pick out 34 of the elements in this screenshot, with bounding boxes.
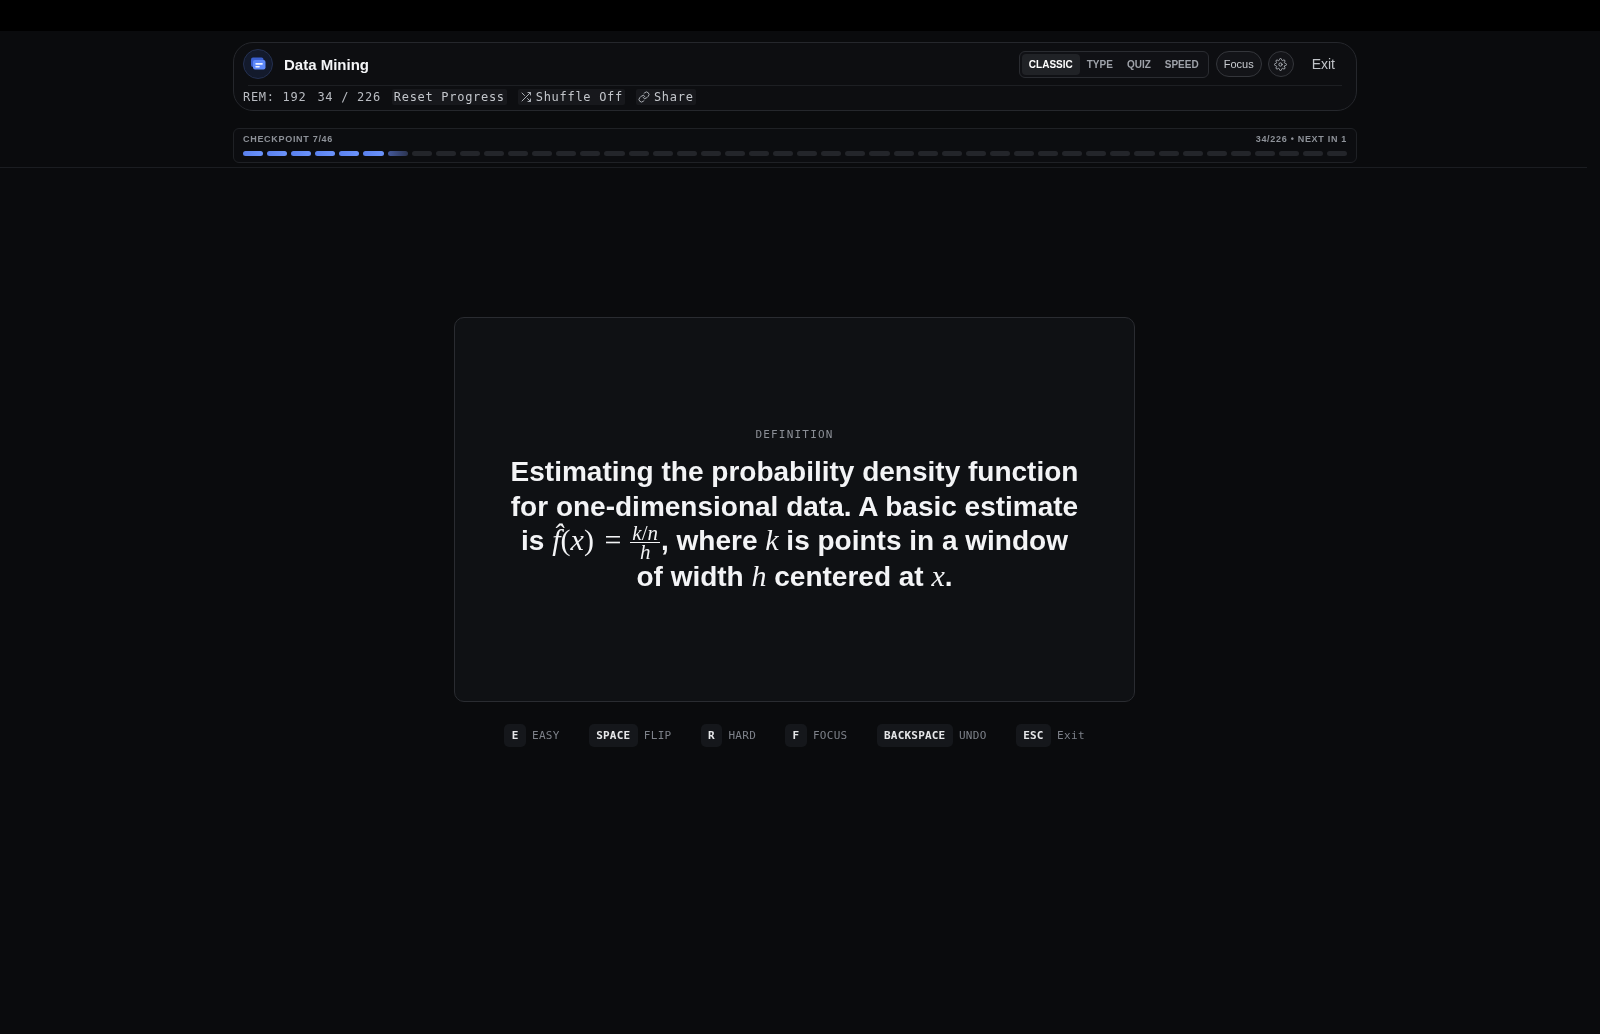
reset-button[interactable]: Reset Progress <box>391 89 507 105</box>
focus-button[interactable]: Focus <box>1215 51 1262 77</box>
shuffle-button[interactable]: Shuffle Off <box>517 89 625 105</box>
shortcut-label: HARD <box>728 729 757 742</box>
key-hint: F <box>785 724 807 747</box>
mode-tab[interactable]: SPEED <box>1157 53 1206 75</box>
checkpoint-label: CHECKPOINT 7/46 <box>243 134 334 145</box>
shuffle-icon <box>519 91 532 103</box>
key-hint: R <box>700 724 723 747</box>
share-button[interactable]: Share <box>635 89 696 105</box>
key-hint: SPACE <box>588 724 638 747</box>
progress-summary: 34/226 • NEXT IN 1 <box>1255 134 1347 145</box>
card-label: DEFINITION <box>755 428 834 442</box>
flashcard[interactable]: DEFINITION Estimating the probability density function for one-dimensional data. A basic estimate is f̂(x) = k/n h , where k is points in a window of width h centered at x. <box>454 317 1135 702</box>
definition-text: Estimating the probability density function for one-dimensional data. A basic estimate is f̂(x) = k/n h , where k is points in a window of width h centered at x. <box>509 455 1080 595</box>
shortcut-label: FLIP <box>643 729 672 742</box>
shortcut-label: FOCUS <box>812 729 848 742</box>
shortcut-label: Exit <box>1057 729 1085 742</box>
remaining-count: REM: 192 <box>243 89 307 105</box>
deck-title: Data Mining <box>284 55 369 73</box>
exit-button[interactable]: Exit <box>1301 52 1345 76</box>
link-icon <box>637 91 650 103</box>
key-hint: BACKSPACE <box>876 724 953 747</box>
shortcut-label: EASY <box>532 729 560 742</box>
cards-icon <box>243 49 273 79</box>
progress-count: 34 / 226 <box>317 89 381 105</box>
shortcut-label: UNDO <box>958 729 987 742</box>
settings-icon <box>1274 57 1288 71</box>
settings-button[interactable] <box>1267 51 1294 77</box>
key-hint: ESC <box>1015 724 1052 747</box>
mode-tab[interactable]: CLASSIC <box>1021 53 1080 75</box>
key-hint: E <box>504 724 526 747</box>
mode-tab[interactable]: TYPE <box>1079 53 1120 75</box>
mode-tab[interactable]: QUIZ <box>1119 53 1158 75</box>
